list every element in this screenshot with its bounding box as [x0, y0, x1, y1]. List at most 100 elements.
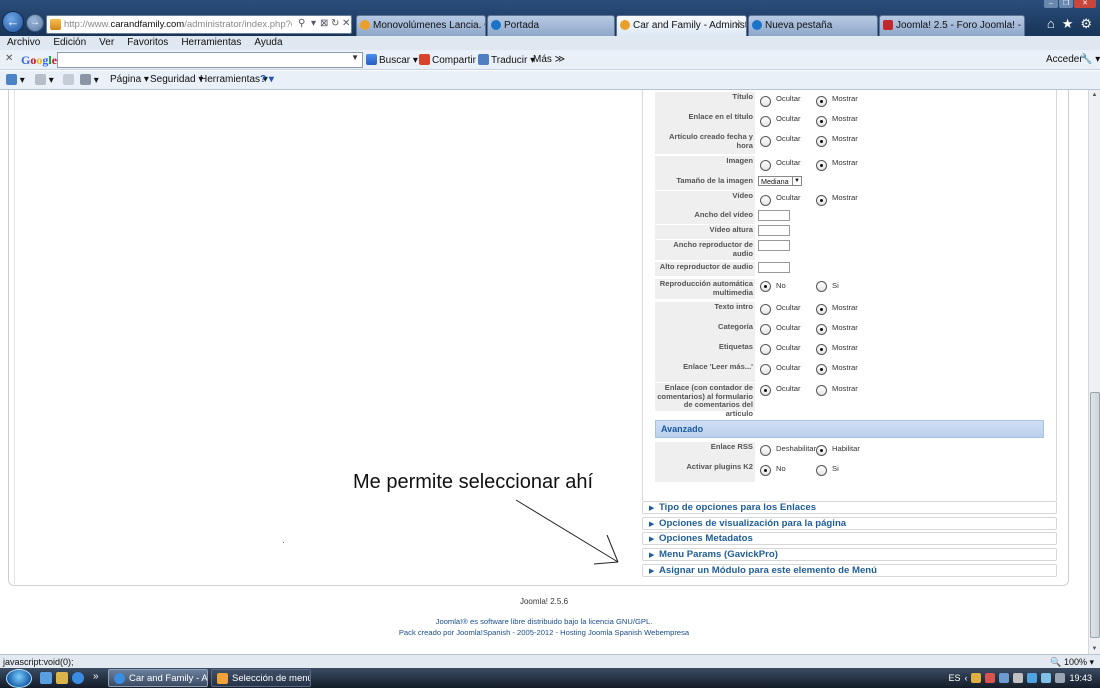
menu-archivo[interactable]: Archivo	[0, 36, 46, 50]
radio-deshabilitar[interactable]	[760, 445, 771, 456]
ie-icon[interactable]	[72, 672, 84, 684]
radio-mostrar[interactable]	[816, 324, 827, 335]
network-icon[interactable]	[1027, 673, 1038, 683]
joomla-link[interactable]: Joomla!®	[436, 617, 468, 626]
refresh-icon[interactable]: ↻	[331, 18, 339, 29]
radio-ocultar[interactable]	[760, 364, 771, 375]
radio-mostrar[interactable]	[816, 364, 827, 375]
acceder-link[interactable]: Acceder	[1046, 54, 1083, 65]
favorites-star-icon[interactable]: ★	[1062, 16, 1074, 32]
home-icon[interactable]: ⌂	[1047, 16, 1055, 32]
back-button[interactable]: ←	[2, 11, 24, 33]
radio-ocultar[interactable]	[760, 116, 771, 127]
video-width-input[interactable]	[758, 210, 790, 221]
video-height-input[interactable]	[758, 225, 790, 236]
radio-no[interactable]	[760, 281, 771, 292]
audio-width-input[interactable]	[758, 240, 790, 251]
explorer-icon[interactable]	[56, 672, 68, 684]
address-dropdown-icon[interactable]: ▾	[311, 18, 316, 29]
pack-credit[interactable]: Pack creado por Joomla!Spanish - 2005-20…	[0, 628, 1088, 637]
volume-icon[interactable]	[1041, 673, 1052, 683]
mail-icon[interactable]	[63, 74, 74, 86]
traducir-button[interactable]: Traducir ▾	[478, 54, 535, 66]
scroll-up-arrow-icon[interactable]: ▲	[1089, 90, 1100, 100]
minimize-button[interactable]: –	[1044, 0, 1058, 8]
quick-launch-more[interactable]: »	[93, 671, 99, 682]
radio-mostrar[interactable]	[816, 385, 827, 396]
radio-ocultar[interactable]	[760, 96, 771, 107]
accordion-opciones-visualizacion[interactable]: ▶ Opciones de visualización para la pági…	[642, 517, 1057, 530]
menu-herramientas[interactable]: Herramientas	[174, 36, 247, 50]
tab-car-and-family[interactable]: Car and Family - Administ... ✕	[616, 15, 747, 36]
radio-ocultar[interactable]	[760, 385, 771, 396]
radio-mostrar[interactable]	[816, 136, 827, 147]
accordion-tipo-opciones-enlaces[interactable]: ▶ Tipo de opciones para los Enlaces	[642, 501, 1057, 514]
tab-monovolumenes[interactable]: Monovolúmenes Lancia. Coch...	[356, 15, 486, 36]
mas-button[interactable]: Más ≫	[533, 54, 565, 65]
seguridad-menu[interactable]: Seguridad ▾	[150, 74, 203, 85]
accordion-menu-params-gavickpro[interactable]: ▶ Menu Params (GavickPro)	[642, 548, 1057, 561]
tray-app-icon[interactable]	[999, 673, 1010, 683]
radio-ocultar[interactable]	[760, 344, 771, 355]
window-close-button[interactable]: ✕	[1074, 0, 1096, 8]
print-button[interactable]: ▾	[80, 74, 99, 86]
home-page-icon[interactable]: ▾	[6, 74, 25, 86]
radio-mostrar[interactable]	[816, 160, 827, 171]
pagina-menu[interactable]: Página ▾	[110, 74, 149, 85]
radio-mostrar[interactable]	[816, 304, 827, 315]
tab-foro-joomla[interactable]: Joomla! 2.5 - Foro Joomla! - Se...	[879, 15, 1025, 36]
stop-icon[interactable]: ✕	[342, 18, 350, 29]
show-desktop-icon[interactable]	[40, 672, 52, 684]
tray-app-icon[interactable]	[1055, 673, 1066, 683]
menu-ver[interactable]: Ver	[92, 36, 120, 50]
buscar-button[interactable]: Buscar ▾	[366, 54, 418, 66]
radio-no[interactable]	[760, 465, 771, 476]
scrollbar-thumb[interactable]	[1090, 392, 1100, 638]
radio-mostrar[interactable]	[816, 195, 827, 206]
tray-expand-icon[interactable]: ‹	[964, 673, 967, 683]
taskbar-ie-window[interactable]: Car and Family - Ad...	[108, 669, 208, 687]
radio-ocultar[interactable]	[760, 324, 771, 335]
google-toolbar-close-icon[interactable]: ✕	[5, 53, 13, 64]
accordion-asignar-modulo[interactable]: ▶ Asignar un Módulo para este elemento d…	[642, 564, 1057, 577]
radio-ocultar[interactable]	[760, 195, 771, 206]
address-bar[interactable]: http://www.carandfamily.com/administrato…	[46, 15, 352, 34]
tab-portada[interactable]: Portada	[487, 15, 615, 36]
accordion-opciones-metadatos[interactable]: ▶ Opciones Metadatos	[642, 532, 1057, 545]
tray-app-icon[interactable]	[985, 673, 996, 683]
tools-gear-icon[interactable]: ⚙	[1080, 16, 1092, 32]
audio-height-input[interactable]	[758, 262, 790, 273]
radio-mostrar[interactable]	[816, 344, 827, 355]
compartir-button[interactable]: Compartir	[419, 54, 476, 66]
radio-mostrar[interactable]	[816, 116, 827, 127]
compat-view-icon[interactable]: ⊠	[320, 18, 328, 29]
start-button[interactable]	[6, 669, 32, 688]
tab-close-icon[interactable]: ✕	[734, 20, 742, 31]
radio-ocultar[interactable]	[760, 136, 771, 147]
google-search-input[interactable]: ▼	[57, 52, 363, 68]
radio-habilitar[interactable]	[816, 445, 827, 456]
wrench-icon[interactable]: 🔧 ▾	[1080, 54, 1100, 65]
taskbar-seleccion-menu-window[interactable]: Selección de menú ...	[211, 669, 311, 687]
maximize-button[interactable]: ❐	[1059, 0, 1073, 8]
menu-edicion[interactable]: Edición	[46, 36, 92, 50]
tray-app-icon[interactable]	[971, 673, 982, 683]
chevron-down-icon[interactable]: ▼	[351, 53, 359, 62]
tray-app-icon[interactable]	[1013, 673, 1024, 683]
zoom-control[interactable]: 🔍 100% ▾	[1050, 657, 1094, 668]
radio-si[interactable]	[816, 465, 827, 476]
radio-ocultar[interactable]	[760, 160, 771, 171]
menu-favoritos[interactable]: Favoritos	[120, 36, 174, 50]
rss-feed-icon[interactable]: ▾	[35, 74, 54, 86]
address-url[interactable]: http://www.carandfamily.com/administrato…	[64, 19, 292, 30]
radio-si[interactable]	[816, 281, 827, 292]
search-address-icon[interactable]: ⚲	[298, 18, 305, 29]
tab-nueva-pestana[interactable]: Nueva pestaña	[748, 15, 878, 36]
menu-ayuda[interactable]: Ayuda	[247, 36, 288, 50]
forward-button[interactable]: →	[26, 14, 44, 32]
vertical-scrollbar[interactable]: ▲ ▼	[1088, 90, 1100, 654]
radio-mostrar[interactable]	[816, 96, 827, 107]
herramientas-menu[interactable]: Herramientas ▾	[200, 74, 268, 85]
language-indicator[interactable]: ES	[948, 673, 960, 683]
help-icon[interactable]: ? ▾	[260, 74, 274, 85]
